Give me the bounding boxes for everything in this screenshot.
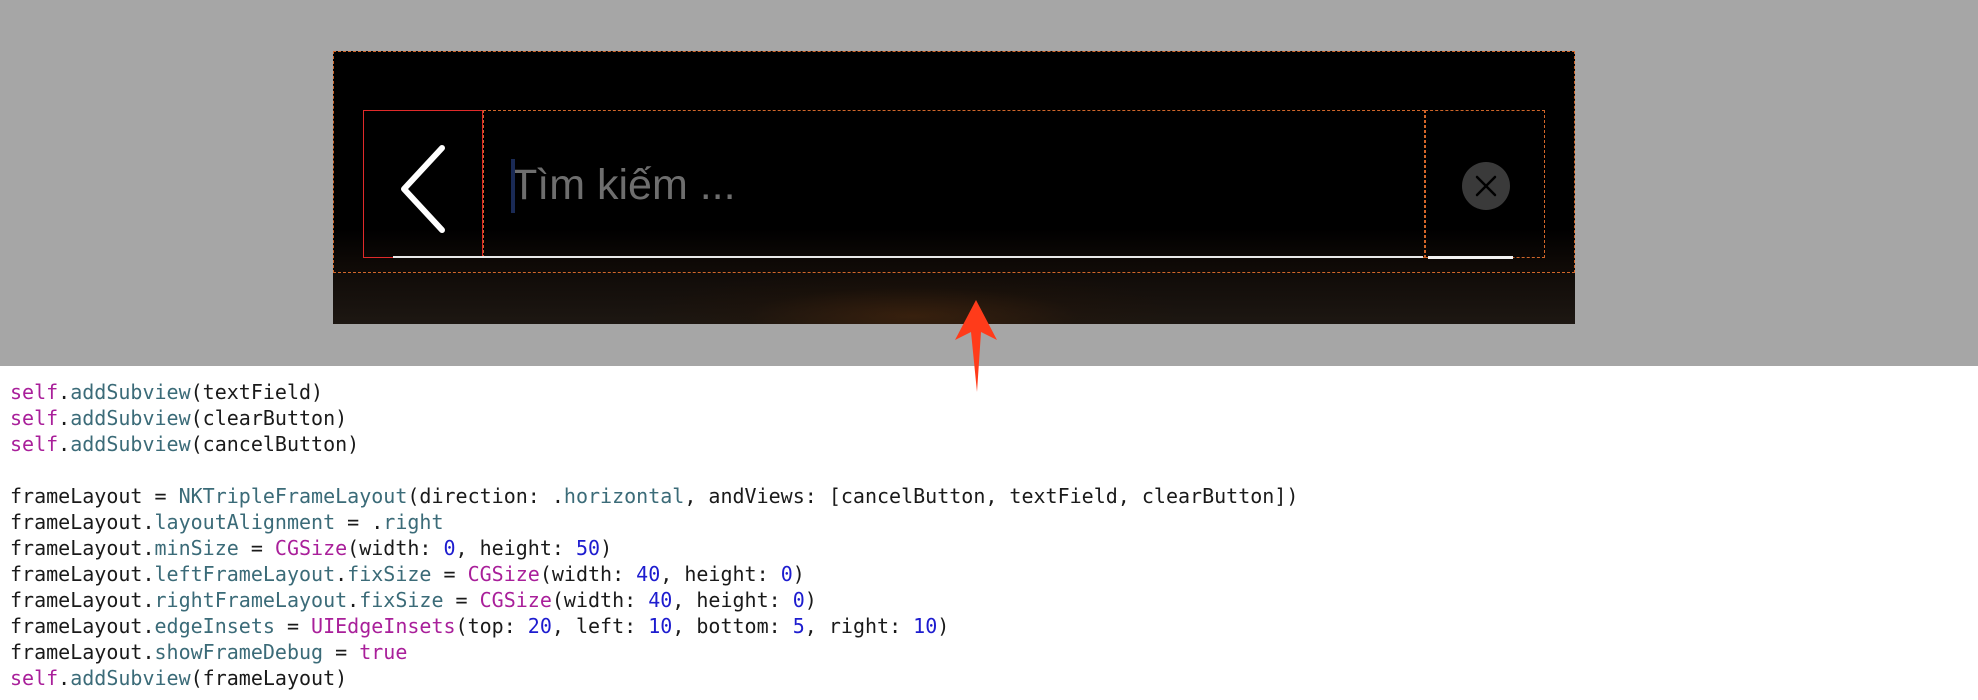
code-token: 0 — [792, 588, 805, 612]
code-token: = — [443, 588, 480, 612]
code-token: 20 — [527, 614, 552, 638]
code-token: self — [10, 406, 59, 430]
code-token: right — [383, 510, 444, 534]
code-token: = — [238, 536, 275, 560]
code-line: frameLayout.minSize = CGSize(width: 0, h… — [10, 535, 1970, 561]
code-line: frameLayout.edgeInsets = UIEdgeInsets(to… — [10, 613, 1970, 639]
code-token: (width: — [539, 562, 637, 586]
code-token: 0 — [780, 562, 793, 586]
text-cursor — [511, 159, 515, 213]
code-line: self.addSubview(clearButton) — [10, 405, 1970, 431]
code-token: CGSize — [467, 562, 540, 586]
code-token: 10 — [913, 614, 938, 638]
code-token: horizontal — [563, 484, 685, 508]
search-bar — [333, 51, 1575, 324]
code-token: addSubview — [70, 666, 191, 690]
code-token: addSubview — [70, 432, 191, 456]
background-glow — [653, 271, 1173, 324]
clear-area-underline — [1428, 256, 1513, 259]
code-token: ) — [937, 614, 950, 638]
code-token: = . — [335, 510, 384, 534]
code-token: self — [10, 380, 59, 404]
code-token: frameLayout. — [10, 562, 155, 586]
code-token: showFrameDebug — [154, 640, 324, 664]
code-token: frameLayout. — [10, 614, 155, 638]
code-token: self — [10, 666, 59, 690]
code-line: frameLayout.leftFrameLayout.fixSize = CG… — [10, 561, 1970, 587]
code-token: (cancelButton) — [190, 432, 360, 456]
code-token: frameLayout. — [10, 510, 155, 534]
code-token: self — [10, 432, 59, 456]
code-token: ) — [600, 536, 613, 560]
code-line: frameLayout.rightFrameLayout.fixSize = C… — [10, 587, 1970, 613]
code-token: edgeInsets — [154, 614, 275, 638]
code-token: . — [58, 432, 71, 456]
code-token: 5 — [792, 614, 805, 638]
code-token: , right: — [804, 614, 914, 638]
code-token: frameLayout. — [10, 536, 155, 560]
code-token: ) — [804, 588, 817, 612]
clear-button[interactable] — [1462, 162, 1510, 210]
code-line: frameLayout = NKTripleFrameLayout(direct… — [10, 483, 1970, 509]
code-token: 0 — [443, 536, 456, 560]
code-token: leftFrameLayout — [154, 562, 336, 586]
code-token: , height: — [455, 536, 576, 560]
code-token: (width: — [347, 536, 444, 560]
code-line: frameLayout.layoutAlignment = .right — [10, 509, 1970, 535]
code-token: frameLayout. — [10, 588, 155, 612]
code-token: fixSize — [347, 562, 432, 586]
code-token: NKTripleFrameLayout — [178, 484, 408, 508]
code-token: CGSize — [479, 588, 552, 612]
code-token: CGSize — [274, 536, 348, 560]
code-token: ) — [792, 562, 805, 586]
text-field-underline — [393, 256, 1423, 258]
code-token: 40 — [648, 588, 673, 612]
code-token: = — [274, 614, 312, 638]
code-line: self.addSubview(cancelButton) — [10, 431, 1970, 457]
code-token: (frameLayout) — [190, 666, 348, 690]
code-token: addSubview — [70, 406, 191, 430]
code-token: . — [58, 380, 71, 404]
cancel-button[interactable] — [398, 144, 448, 234]
code-line: self.addSubview(textField) — [10, 379, 1970, 405]
code-token: layoutAlignment — [154, 510, 336, 534]
code-snippet: self.addSubview(textField) self.addSubvi… — [10, 379, 1970, 691]
code-token: , andViews: [cancelButton, textField, cl… — [684, 484, 1299, 508]
code-token: rightFrameLayout — [154, 588, 348, 612]
code-token: (width: — [551, 588, 649, 612]
code-token: frameLayout = — [10, 484, 179, 508]
code-token: addSubview — [70, 380, 191, 404]
code-line: self.addSubview(frameLayout) — [10, 665, 1970, 691]
code-token: true — [359, 640, 408, 664]
code-token: minSize — [154, 536, 239, 560]
code-token: , height: — [672, 588, 793, 612]
code-line: frameLayout.showFrameDebug = true — [10, 639, 1970, 665]
code-token: , height: — [660, 562, 781, 586]
code-token: , left: — [551, 614, 649, 638]
search-input[interactable] — [511, 155, 1391, 215]
code-token: UIEdgeInsets — [311, 614, 456, 638]
code-token: = — [323, 640, 360, 664]
code-token: . — [347, 588, 360, 612]
code-token: 40 — [636, 562, 661, 586]
code-token: (textField) — [190, 380, 324, 404]
code-token: . — [58, 406, 71, 430]
code-token: (clearButton) — [190, 406, 348, 430]
code-token: . — [335, 562, 348, 586]
code-token: fixSize — [359, 588, 444, 612]
code-token: 10 — [648, 614, 673, 638]
chevron-left-icon — [401, 145, 445, 233]
code-token: (top: — [455, 614, 528, 638]
code-token: 50 — [575, 536, 601, 560]
code-token: = — [431, 562, 468, 586]
code-token: frameLayout. — [10, 640, 155, 664]
code-token: . — [58, 666, 71, 690]
close-icon — [1475, 175, 1497, 197]
code-token: (direction: . — [407, 484, 564, 508]
code-token: , bottom: — [672, 614, 793, 638]
